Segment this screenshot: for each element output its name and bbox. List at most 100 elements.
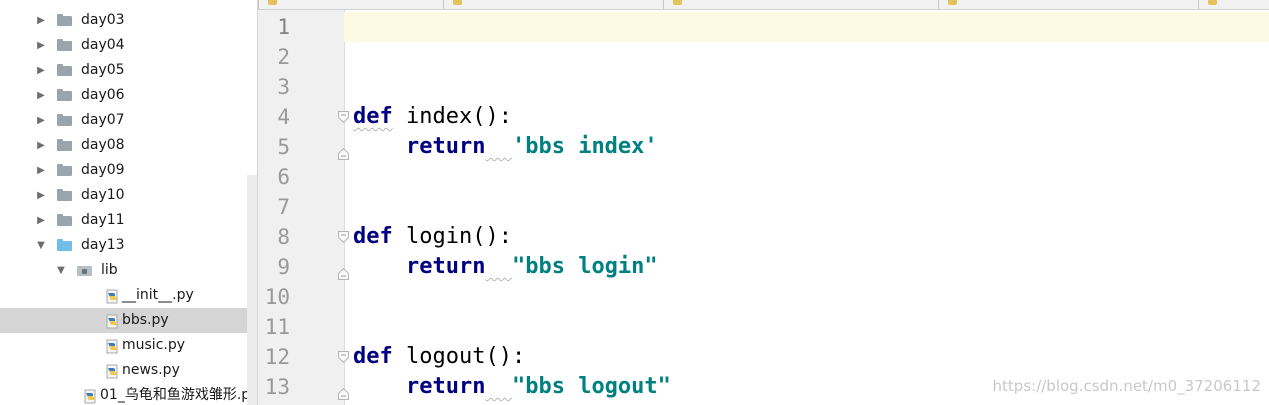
python-file-icon[interactable] <box>1208 0 1217 5</box>
project-tree[interactable]: ▶ day03 ▶ day04 ▶ day05 ▶ day06 ▶ day07 ▶ day08 ▶ day… <box>0 0 258 405</box>
folder-icon <box>57 113 72 128</box>
watermark: https://blog.csdn.net/m0_37206112 <box>992 377 1261 395</box>
tree-item-label: day10 <box>81 187 125 203</box>
code-line[interactable]: return 'bbs index' <box>353 132 658 162</box>
tree-item-day07[interactable]: ▶ day07 <box>0 108 257 133</box>
folder-icon <box>57 138 72 153</box>
python-file-icon[interactable] <box>268 0 277 5</box>
tree-item-day09[interactable]: ▶ day09 <box>0 158 257 183</box>
line-number: 7 <box>277 195 290 219</box>
python-file-icon <box>105 288 120 304</box>
line-number: 10 <box>264 285 290 309</box>
tree-item-lib[interactable]: ▼ lib <box>0 258 257 283</box>
tree-item-day05[interactable]: ▶ day05 <box>0 58 257 83</box>
code-token: logout(): <box>392 344 526 369</box>
code-keyword: def <box>353 104 393 129</box>
tree-item-bbs-py[interactable]: bbs.py <box>0 308 257 333</box>
line-number-gutter: 1 2 3 4 5 6 7 8 9 10 11 12 13 <box>258 10 349 405</box>
collapse-arrow-icon[interactable]: ▶ <box>35 83 47 108</box>
code-string: "bbs logout" <box>511 374 671 399</box>
tree-item-news-py[interactable]: news.py <box>0 358 257 383</box>
tree-item-day10[interactable]: ▶ day10 <box>0 183 257 208</box>
tree-item-label: music.py <box>122 337 186 353</box>
folder-icon <box>57 88 72 103</box>
tree-item-label: 01_乌龟和鱼游戏雏形.p <box>100 387 251 403</box>
code-line[interactable]: def index(): <box>353 102 512 132</box>
tree-item-day03[interactable]: ▶ day03 <box>0 8 257 33</box>
tree-scrollbar[interactable] <box>247 175 257 405</box>
folder-icon <box>57 13 72 28</box>
editor-tab-divider <box>1198 0 1199 9</box>
editor-tab-divider <box>443 0 444 9</box>
line-number: 2 <box>277 45 290 69</box>
line-number: 11 <box>264 315 290 339</box>
fold-end-icon[interactable] <box>338 268 349 280</box>
python-file-icon <box>105 338 120 354</box>
tree-item-label: day03 <box>81 12 125 28</box>
code-line[interactable]: return "bbs login" <box>353 252 658 282</box>
tree-item-init-py[interactable]: __init__.py <box>0 283 257 308</box>
fold-end-icon[interactable] <box>338 388 349 400</box>
python-file-icon[interactable] <box>453 0 462 5</box>
tree-item-label: day07 <box>81 112 125 128</box>
tree-item-day08[interactable]: ▶ day08 <box>0 133 257 158</box>
tree-item-01-p[interactable]: 01_乌龟和鱼游戏雏形.p <box>0 383 257 405</box>
code-line[interactable]: def login(): <box>353 222 512 252</box>
code-line[interactable]: return "bbs logout" <box>353 372 671 402</box>
fold-start-icon[interactable] <box>338 351 349 363</box>
python-file-icon <box>105 363 120 379</box>
code-line[interactable]: def logout(): <box>353 342 525 372</box>
tree-item-day04[interactable]: ▶ day04 <box>0 33 257 58</box>
python-file-icon[interactable] <box>673 0 682 5</box>
fold-end-icon[interactable] <box>338 148 349 160</box>
tree-item-label: day06 <box>81 87 125 103</box>
collapse-arrow-icon[interactable]: ▶ <box>35 58 47 83</box>
editor-tab-divider <box>258 0 259 9</box>
folder-icon <box>57 38 72 53</box>
collapse-arrow-icon[interactable]: ▶ <box>35 133 47 158</box>
code-string: "bbs login" <box>511 254 658 279</box>
line-number: 4 <box>277 105 290 129</box>
tree-item-label: day05 <box>81 62 125 78</box>
line-number: 13 <box>264 375 290 399</box>
folder-icon <box>57 238 72 253</box>
collapse-arrow-icon[interactable]: ▶ <box>35 33 47 58</box>
code-keyword: return <box>405 134 486 159</box>
code-keyword: return <box>405 254 486 279</box>
code-keyword: return <box>405 374 486 399</box>
collapse-arrow-icon[interactable]: ▶ <box>35 208 47 233</box>
editor-tab-divider <box>938 0 939 9</box>
expand-arrow-icon[interactable]: ▼ <box>55 258 67 283</box>
tree-item-day11[interactable]: ▶ day11 <box>0 208 257 233</box>
python-file-icon <box>105 313 120 329</box>
code-editor[interactable]: 1 2 3 4 5 6 7 8 9 10 11 12 13 def index(): return 'b… <box>258 10 1269 405</box>
python-file-icon[interactable] <box>948 0 957 5</box>
code-keyword: def <box>353 224 393 249</box>
collapse-arrow-icon[interactable]: ▶ <box>35 8 47 33</box>
line-number: 12 <box>264 345 290 369</box>
code-keyword: def <box>353 344 393 369</box>
line-number: 9 <box>277 255 290 279</box>
tree-item-day06[interactable]: ▶ day06 <box>0 83 257 108</box>
tree-item-label: bbs.py <box>122 312 169 328</box>
collapse-arrow-icon[interactable]: ▶ <box>35 108 47 133</box>
tree-item-label: day11 <box>81 212 125 228</box>
fold-start-icon[interactable] <box>338 111 349 123</box>
tree-item-day13[interactable]: ▼ day13 <box>0 233 257 258</box>
line-number: 6 <box>277 165 290 189</box>
collapse-arrow-icon[interactable]: ▶ <box>35 158 47 183</box>
project-tree-list: ▶ day03 ▶ day04 ▶ day05 ▶ day06 ▶ day07 ▶ day08 ▶ day… <box>0 8 257 405</box>
folder-icon <box>57 63 72 78</box>
tree-item-music-py[interactable]: music.py <box>0 333 257 358</box>
line-number: 3 <box>277 75 290 99</box>
editor-tab-strip[interactable] <box>258 0 1269 10</box>
python-file-icon <box>83 388 98 404</box>
fold-start-icon[interactable] <box>338 231 349 243</box>
expand-arrow-icon[interactable]: ▼ <box>35 233 47 258</box>
package-icon <box>77 263 92 278</box>
collapse-arrow-icon[interactable]: ▶ <box>35 183 47 208</box>
